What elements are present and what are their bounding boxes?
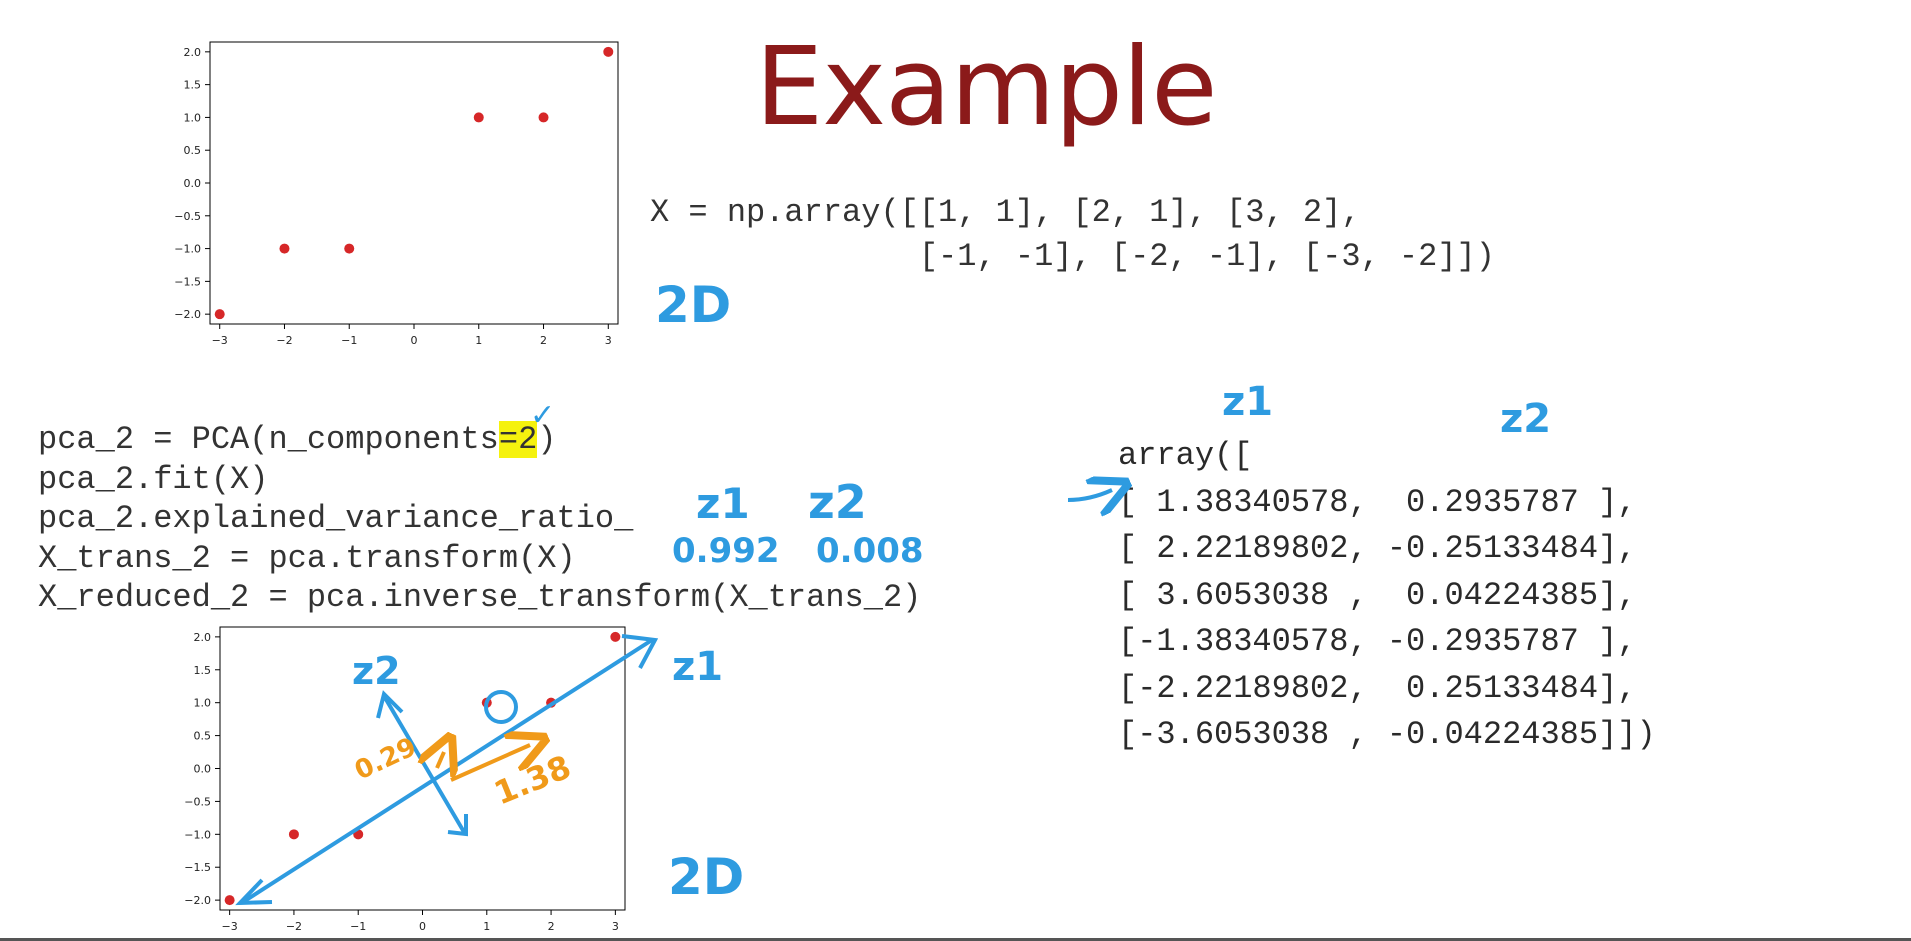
y-tick-label: −1.0 (184, 828, 211, 841)
y-tick-label: 2.0 (184, 46, 202, 59)
x-tick-label: 2 (548, 920, 555, 933)
handwritten-2d-label: 2D (668, 848, 744, 906)
x-tick-label: 0 (411, 334, 418, 347)
x-tick-label: −3 (212, 334, 228, 347)
data-point (214, 309, 225, 320)
y-axis-ticks: 2.0 1.5 1.0 0.5 0.0 −0.5 −1.0 −1.5 −2.0 (184, 631, 220, 907)
y-tick-label: 1.5 (194, 664, 212, 677)
data-point (610, 631, 621, 642)
y-tick-label: −1.5 (184, 861, 211, 874)
handwritten-z1: z1 (672, 644, 723, 690)
code-line: pca_2.fit(X) (38, 460, 269, 498)
data-point (279, 243, 290, 254)
data-point (546, 697, 557, 708)
data-point (538, 112, 549, 123)
x-tick-label: 1 (483, 920, 490, 933)
output-row: [ 2.22189802, -0.25133484], (1118, 530, 1637, 567)
y-tick-label: −0.5 (174, 210, 201, 223)
handwritten-2d-label: 2D (655, 276, 731, 334)
output-array: array([ [ 1.38340578, 0.2935787 ], [ 2.2… (1118, 433, 1656, 759)
output-row: [-2.22189802, 0.25133484], (1118, 669, 1637, 707)
y-tick-label: 0.5 (184, 144, 202, 157)
code-line: X_reduced_2 = pca.inverse_transform(X_tr… (38, 579, 922, 616)
scatter-plot-original: −3 −2 −1 0 1 2 3 2.0 1.5 1.0 0.5 0.0 −0.5 −1.0 −1.5 −2… (174, 41, 619, 347)
x-tick-label: 3 (605, 334, 612, 347)
highlight-n-components: =2 (498, 421, 538, 458)
y-axis-ticks: 2.0 1.5 1.0 0.5 0.0 −0.5 −1.0 −1.5 −2.0 (174, 46, 210, 321)
y-tick-label: 0.0 (184, 177, 202, 190)
output-row: [ 1.38340578, 0.2935787 ], (1118, 483, 1637, 521)
x-tick-label: 1 (475, 334, 482, 347)
code-line: [-1, -1], [-2, -1], [-3, -2]]) (650, 238, 1495, 275)
handwritten-z1: z1 (1222, 379, 1273, 425)
slide-title: Example (755, 25, 1218, 150)
data-point (603, 46, 614, 57)
output-row: [-1.38340578, -0.2935787 ], (1118, 623, 1637, 660)
x-axis-ticks: −3 −2 −1 0 1 2 3 (212, 324, 612, 347)
data-point (344, 243, 355, 254)
scatter-plot-pca: −3 −2 −1 0 1 2 3 2.0 1.5 1.0 0.5 0.0 −0.5 −1.0 −1.5 −2… (184, 626, 626, 933)
y-tick-label: 1.0 (194, 697, 212, 710)
y-tick-label: −1.5 (174, 275, 201, 288)
y-tick-label: −0.5 (184, 795, 211, 808)
x-tick-label: −2 (286, 920, 302, 933)
data-point (473, 112, 484, 123)
plot-frame (219, 626, 626, 911)
x-tick-label: 3 (612, 920, 619, 933)
output-row: [-3.6053038 , -0.04224385]]) (1118, 716, 1656, 753)
code-line: X_trans_2 = pca.transform(X) (38, 539, 576, 577)
plot-frame (209, 41, 619, 325)
y-tick-label: 1.0 (184, 111, 202, 124)
x-axis-ticks: −3 −2 −1 0 1 2 3 (222, 910, 619, 933)
y-tick-label: 1.5 (184, 79, 202, 92)
y-tick-label: −2.0 (174, 308, 201, 321)
x-tick-label: −1 (341, 334, 357, 347)
x-tick-label: 2 (540, 334, 547, 347)
y-tick-label: −1.0 (174, 243, 201, 256)
data-point (481, 697, 492, 708)
handwritten-arrow-first-row (1067, 490, 1112, 500)
output-header: array([ (1118, 437, 1253, 474)
data-point (224, 895, 235, 906)
y-tick-label: 0.5 (194, 730, 212, 743)
y-tick-label: 0.0 (194, 763, 212, 776)
y-tick-label: 2.0 (194, 631, 212, 644)
data-point (288, 829, 299, 840)
code-array-definition: X = np.array([[1, 1], [2, 1], [3, 2], [-… (650, 191, 1495, 279)
x-tick-label: 0 (419, 920, 426, 933)
code-pca-block: pca_2 = PCA(n_components=2) pca_2.fit(X)… (38, 420, 921, 618)
x-tick-label: −1 (350, 920, 366, 933)
output-row: [ 3.6053038 , 0.04224385], (1118, 576, 1637, 614)
code-line: pca_2.explained_variance_ratio_ (38, 500, 634, 537)
x-tick-label: −3 (222, 920, 238, 933)
code-line: X = np.array([[1, 1], [2, 1], [3, 2], (650, 194, 1361, 231)
data-point (353, 829, 364, 840)
code-line-pca-init: pca_2 = PCA(n_components=2) (38, 421, 557, 458)
y-tick-label: −2.0 (184, 894, 211, 907)
x-tick-label: −2 (276, 334, 292, 347)
